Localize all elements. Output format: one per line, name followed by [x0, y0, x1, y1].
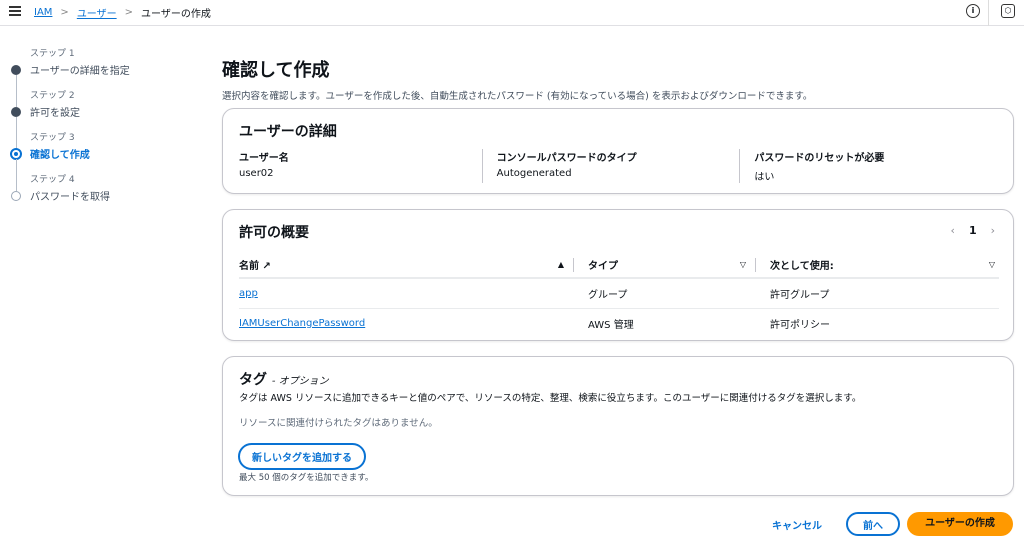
detail-value: はい [754, 172, 775, 183]
step-1[interactable]: ステップ 1 ユーザーの詳細を指定 [0, 46, 200, 107]
column-label: タイプ [588, 261, 618, 272]
wizard-steps: ステップ 1 ユーザーの詳細を指定 ステップ 2 許可を設定 ステップ 3 確認して作… [0, 46, 200, 214]
column-label: 次として使用: [770, 261, 834, 272]
top-header: IAM > ユーザー > ユーザーの作成 i ⬡ [0, 0, 1024, 26]
step-complete-icon [11, 107, 21, 117]
column-type[interactable]: タイプ ▽ [574, 252, 756, 279]
step-2[interactable]: ステップ 2 許可を設定 [0, 88, 200, 149]
tags-card: タグ - オプション タグは AWS リソースに追加できるキーと値のペアで、リソ… [222, 356, 1014, 496]
permission-name-link[interactable]: app [239, 288, 258, 299]
permission-used-as: 許可グループ [756, 278, 999, 309]
no-tags-text: リソースに関連付けられたタグはありません。 [239, 418, 438, 429]
add-tag-button[interactable]: 新しいタグを追加する [238, 443, 366, 470]
user-details-card: ユーザーの詳細 ユーザー名 user02 コンソールパスワードのタイプ Autoge… [222, 108, 1014, 194]
table-row: app グループ 許可グループ [239, 278, 999, 309]
step-label: ユーザーの詳細を指定 [30, 66, 130, 77]
detail-user-name: ユーザー名 user02 [239, 149, 482, 183]
breadcrumb: IAM > ユーザー > ユーザーの作成 [34, 5, 211, 20]
permission-name-link[interactable]: IAMUserChangePassword [239, 318, 365, 329]
tag-limit-text: 最大 50 個のタグを追加できます。 [239, 473, 374, 483]
step-number: ステップ 1 [30, 49, 75, 59]
optional-label: - オプション [271, 376, 329, 387]
detail-key: コンソールパスワードのタイプ [496, 153, 637, 164]
breadcrumb-users[interactable]: ユーザー [77, 5, 117, 20]
permission-used-as: 許可ポリシー [770, 319, 830, 331]
page-header: 確認して作成 選択内容を確認します。ユーザーを作成した後、自動生成されたパスワー… [222, 56, 1014, 102]
step-4: ステップ 4 パスワードを取得 [0, 172, 200, 214]
step-label: パスワードを取得 [30, 192, 110, 203]
external-link-icon: ↗ [262, 261, 271, 272]
card-title: ユーザーの詳細 [239, 124, 337, 140]
step-3: ステップ 3 確認して作成 [0, 130, 200, 191]
prev-page-icon[interactable]: ‹ [951, 224, 955, 237]
settings-icon[interactable]: ⬡ [1001, 4, 1015, 18]
step-number: ステップ 4 [30, 175, 75, 185]
breadcrumb-iam[interactable]: IAM [34, 7, 52, 18]
sort-ascending-icon[interactable]: ▲ [558, 260, 564, 269]
previous-button[interactable]: 前へ [846, 512, 900, 536]
permissions-table: 名前 ↗ ▲ タイプ ▽ 次として使用: ▽ app グループ 許可グループ IAMU… [239, 252, 999, 338]
step-number: ステップ 3 [30, 133, 75, 143]
sort-icon[interactable]: ▽ [740, 260, 746, 269]
detail-password-reset: パスワードのリセットが必要 はい [739, 149, 997, 183]
divider [988, 0, 989, 26]
step-complete-icon [11, 65, 21, 75]
chevron-right-icon: > [60, 7, 69, 18]
step-pending-icon [11, 191, 21, 201]
menu-icon[interactable] [9, 6, 21, 16]
chevron-right-icon: > [124, 7, 134, 18]
column-name[interactable]: 名前 ↗ ▲ [239, 252, 574, 279]
step-label: 確認して作成 [30, 150, 90, 161]
table-row: IAMUserChangePassword AWS 管理 許可ポリシー [239, 308, 999, 338]
column-label: 名前 [239, 261, 259, 272]
detail-value: Autogenerated [496, 168, 572, 179]
sort-icon[interactable]: ▽ [989, 260, 995, 269]
column-used-as[interactable]: 次として使用: ▽ [756, 252, 999, 279]
tags-description: タグは AWS リソースに追加できるキーと値のペアで、リソースの特定、整理、検索… [239, 393, 862, 404]
detail-value: user02 [239, 168, 274, 179]
page-title: 確認して作成 [222, 60, 330, 81]
info-icon[interactable]: i [966, 4, 980, 18]
cancel-button[interactable]: キャンセル [772, 517, 822, 532]
card-title: タグ - オプション [239, 369, 329, 389]
step-label: 許可を設定 [30, 108, 80, 119]
create-user-button[interactable]: ユーザーの作成 [907, 512, 1013, 536]
permissions-card: 許可の概要 ‹ 1 › 名前 ↗ ▲ タイプ ▽ 次として使用: ▽ app グループ… [222, 209, 1014, 341]
pagination: ‹ 1 › [951, 224, 995, 237]
page-subtitle: 選択内容を確認します。ユーザーを作成した後、自動生成されたパスワード (有効にな… [222, 91, 813, 102]
tags-title: タグ [239, 372, 267, 388]
next-page-icon[interactable]: › [991, 224, 995, 237]
detail-password-type: コンソールパスワードのタイプ Autogenerated [481, 149, 740, 183]
breadcrumb-current: ユーザーの作成 [141, 9, 211, 20]
detail-key: ユーザー名 [239, 153, 289, 164]
card-title: 許可の概要 [239, 225, 309, 241]
page-number[interactable]: 1 [969, 224, 977, 237]
permission-type: グループ [574, 278, 756, 309]
detail-key: パスワードのリセットが必要 [754, 153, 885, 164]
step-number: ステップ 2 [30, 91, 75, 101]
permission-type: AWS 管理 [588, 319, 634, 331]
